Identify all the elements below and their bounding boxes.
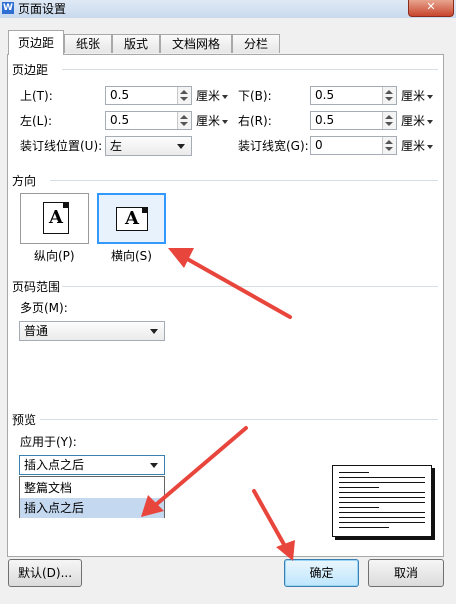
apply-to-value: 插入点之后 (24, 458, 85, 472)
preview-line (339, 502, 425, 503)
apply-option-whole-document[interactable]: 整篇文档 (20, 478, 164, 498)
tab-paper[interactable]: 纸张 (64, 34, 112, 53)
chevron-down-icon (427, 94, 434, 99)
multiple-pages-select[interactable]: 普通 (19, 321, 165, 341)
spin-down-icon (180, 97, 188, 101)
preview-line (339, 472, 369, 473)
multiple-pages-value: 普通 (24, 324, 49, 338)
spin-up-icon (180, 115, 188, 119)
close-button[interactable]: ✕ (408, 0, 454, 17)
portrait-label: 纵向(P) (34, 249, 75, 263)
spin-up-icon (385, 90, 393, 94)
default-button[interactable]: 默认(D)... (8, 559, 82, 587)
tab-layout[interactable]: 版式 (112, 34, 160, 53)
tab-columns[interactable]: 分栏 (232, 34, 280, 53)
right-margin-value: 0.5 (315, 113, 335, 127)
preview-line (339, 522, 425, 523)
apply-to-label: 应用于(Y): (20, 435, 77, 449)
preview-line (339, 517, 425, 518)
ok-button[interactable]: 确定 (284, 559, 359, 587)
cancel-button[interactable]: 取消 (368, 559, 444, 587)
gutter-width-input[interactable]: 0 (310, 136, 397, 155)
spin-up-icon (180, 90, 188, 94)
bottom-margin-value: 0.5 (315, 88, 335, 102)
spin-down-icon (385, 97, 393, 101)
right-margin-unit-dropdown[interactable]: 厘米 (401, 112, 434, 130)
apply-to-dropdown-list: 整篇文档 插入点之后 (19, 476, 165, 518)
bottom-margin-label: 下(B): (238, 89, 272, 103)
gutter-width-label: 装订线宽(G): (238, 139, 309, 153)
preview-line (339, 527, 389, 528)
section-divider (62, 286, 438, 287)
chevron-down-icon (177, 144, 185, 149)
page-setup-dialog: 页边距 纸张 版式 文档网格 分栏 页边距 上(T): 0.5 厘米 下(B):… (0, 18, 456, 604)
apply-option-after-cursor[interactable]: 插入点之后 (20, 498, 164, 518)
spin-down-icon (180, 122, 188, 126)
left-margin-spinner[interactable] (177, 112, 191, 129)
preview-line (339, 482, 425, 483)
chevron-down-icon (427, 144, 434, 149)
spin-up-icon (385, 140, 393, 144)
preview-line (339, 477, 425, 478)
gutter-width-value: 0 (315, 138, 323, 152)
right-margin-spinner[interactable] (382, 112, 396, 129)
gutter-position-select[interactable]: 左 (105, 136, 192, 156)
preview-line (339, 497, 425, 498)
title-bar: W 页面设置 ✕ (0, 0, 456, 19)
apply-to-select[interactable]: 插入点之后 (19, 455, 165, 475)
spin-down-icon (385, 122, 393, 126)
orientation-section-title: 方向 (12, 174, 37, 188)
section-divider (40, 419, 438, 420)
landscape-label: 横向(S) (111, 249, 152, 263)
top-margin-input[interactable]: 0.5 (105, 86, 192, 105)
tab-margins[interactable]: 页边距 (8, 30, 64, 55)
wps-app-icon: W (2, 2, 14, 14)
preview-line (339, 492, 425, 493)
bottom-margin-input[interactable]: 0.5 (310, 86, 397, 105)
top-margin-value: 0.5 (110, 88, 130, 102)
section-divider (50, 180, 438, 181)
bottom-margin-unit-dropdown[interactable]: 厘米 (401, 87, 434, 105)
chevron-down-icon (222, 94, 229, 99)
portrait-option[interactable]: A (20, 193, 89, 244)
page-preview (332, 465, 432, 537)
right-margin-label: 右(R): (238, 114, 272, 128)
gutter-position-value: 左 (110, 139, 123, 153)
margins-section-title: 页边距 (12, 63, 49, 77)
preview-line (339, 512, 425, 513)
preview-line (339, 487, 379, 488)
spin-up-icon (385, 115, 393, 119)
landscape-option[interactable]: A (97, 193, 166, 244)
gutter-width-spinner[interactable] (382, 137, 396, 154)
multiple-pages-label: 多页(M): (20, 301, 68, 315)
tab-document-grid[interactable]: 文档网格 (160, 34, 232, 53)
page-range-section-title: 页码范围 (12, 280, 61, 294)
bottom-margin-spinner[interactable] (382, 87, 396, 104)
window-title: 页面设置 (18, 2, 67, 16)
left-margin-input[interactable]: 0.5 (105, 111, 192, 130)
section-divider (62, 69, 438, 70)
spin-down-icon (385, 147, 393, 151)
right-margin-input[interactable]: 0.5 (310, 111, 397, 130)
gutter-width-unit-dropdown[interactable]: 厘米 (401, 137, 434, 155)
preview-section-title: 预览 (12, 413, 37, 427)
chevron-down-icon (222, 119, 229, 124)
portrait-page-icon: A (43, 202, 69, 234)
left-margin-value: 0.5 (110, 113, 130, 127)
top-margin-label: 上(T): (20, 89, 53, 103)
left-margin-label: 左(L): (20, 114, 53, 128)
top-margin-unit-dropdown[interactable]: 厘米 (196, 87, 229, 105)
preview-line (339, 507, 379, 508)
chevron-down-icon (150, 329, 158, 334)
landscape-page-icon: A (116, 207, 148, 231)
chevron-down-icon (150, 463, 158, 468)
top-margin-spinner[interactable] (177, 87, 191, 104)
gutter-position-label: 装订线位置(U): (20, 139, 103, 153)
chevron-down-icon (427, 119, 434, 124)
left-margin-unit-dropdown[interactable]: 厘米 (196, 112, 229, 130)
